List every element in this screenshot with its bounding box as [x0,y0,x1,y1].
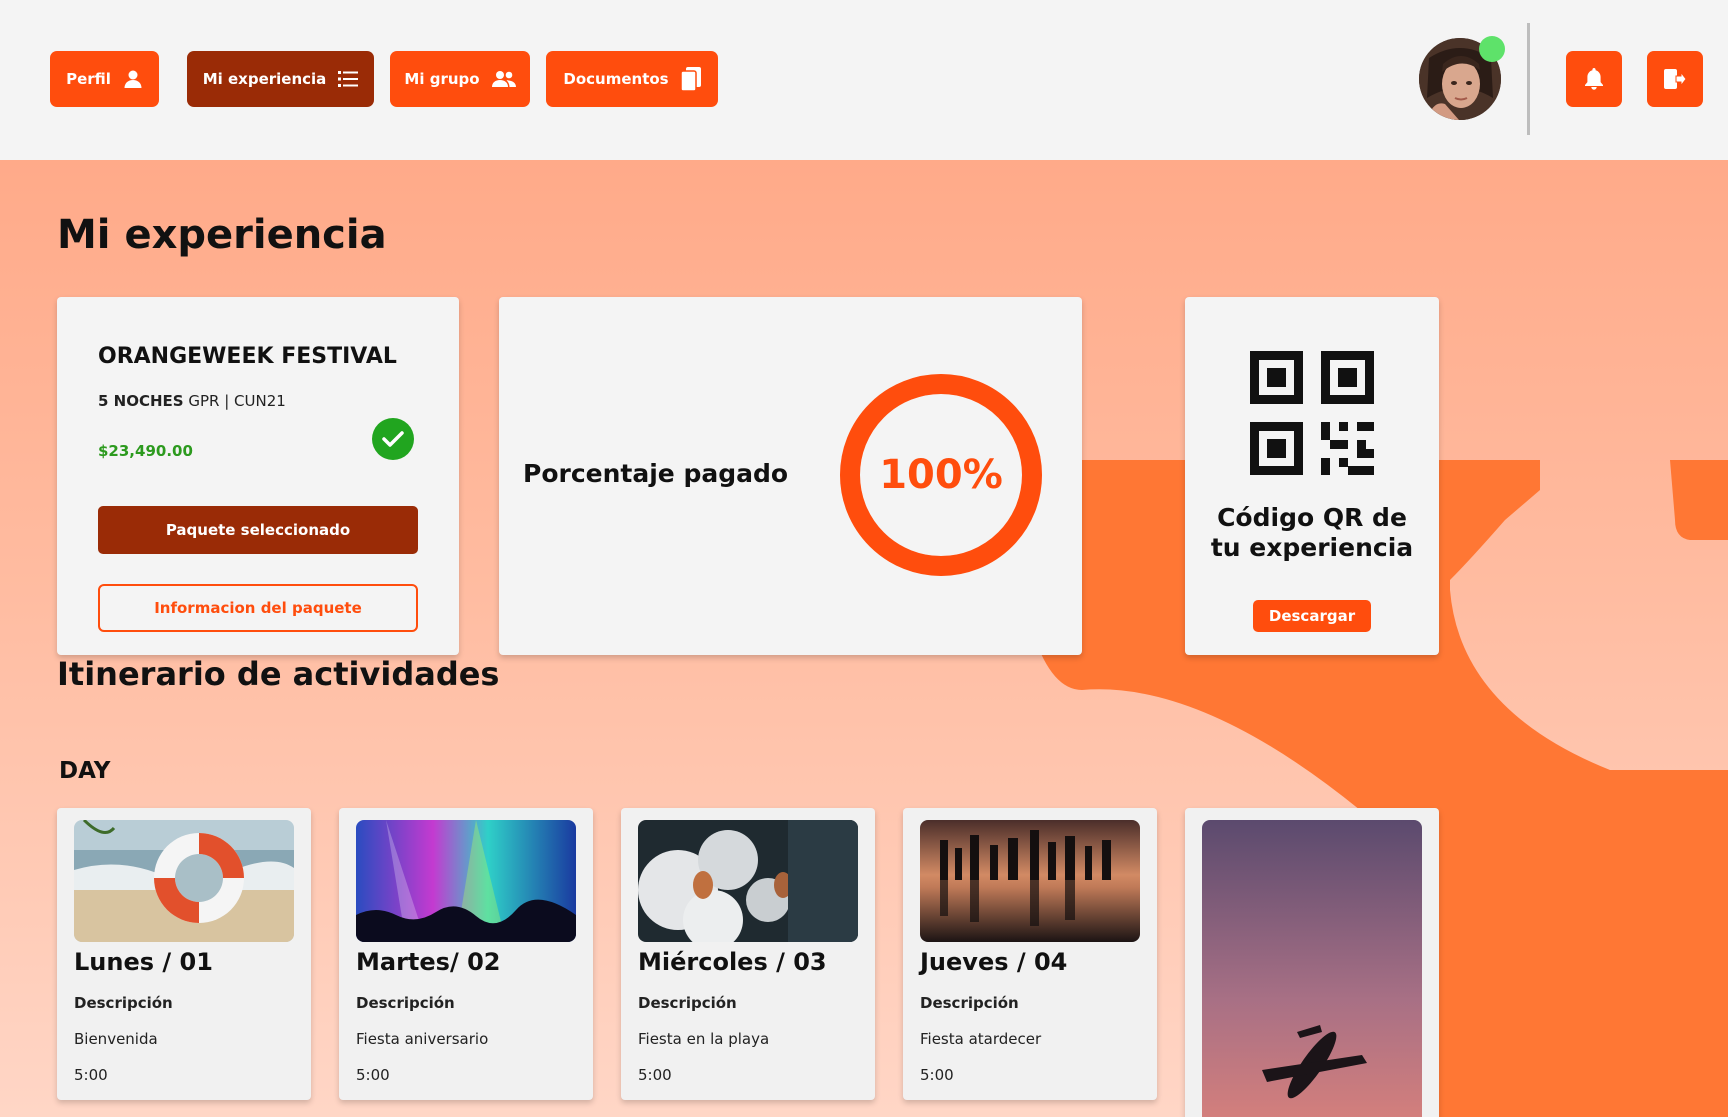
logout-icon [1664,69,1686,89]
top-navbar: Perfil Mi experiencia Mi grupo Documento… [0,0,1728,160]
day-card-extra[interactable] [1185,808,1439,1117]
payment-percent: 100% [879,452,1003,498]
user-avatar[interactable] [1419,36,1505,120]
day-title: Miércoles / 03 [638,948,827,976]
day-image-foam-party [638,820,858,942]
day-description: Fiesta en la playa [638,1030,770,1048]
nav-grupo-label: Mi grupo [404,70,480,88]
download-qr-button[interactable]: Descargar [1253,600,1371,632]
day-description-label: Descripción [638,994,737,1012]
package-codes: GPR | CUN21 [188,392,286,410]
day-image-concert [356,820,576,942]
day-image-sunset [920,820,1140,942]
package-nights: 5 NOCHES [98,392,184,410]
day-image-lifebuoy [74,820,294,942]
day-description-label: Descripción [74,994,173,1012]
day-description-label: Descripción [920,994,1019,1012]
qr-code-icon [1250,351,1374,475]
day-card-miercoles[interactable]: Miércoles / 03 Descripción Fiesta en la … [621,808,875,1100]
package-price: $23,490.00 [98,442,193,460]
page-title: Mi experiencia [57,212,387,258]
nav-perfil-button[interactable]: Perfil [50,51,159,107]
package-subtitle: 5 NOCHES GPR | CUN21 [98,392,286,410]
day-title: Jueves / 04 [920,948,1068,976]
nav-documentos-label: Documentos [563,70,669,88]
itinerary-title: Itinerario de actividades [57,655,500,693]
main-content: Mi experiencia ORANGEWEEK FESTIVAL 5 NOC… [0,160,1728,1117]
day-time: 5:00 [74,1066,108,1084]
qr-card: Código QR de tu experiencia Descargar [1185,297,1439,655]
bell-icon [1585,68,1603,90]
day-image-airplane [1202,820,1422,1117]
notifications-button[interactable] [1566,51,1622,107]
online-status-dot [1479,36,1505,62]
day-card-jueves[interactable]: Jueves / 04 Descripción Fiesta atardecer… [903,808,1157,1100]
selected-package-button[interactable]: Paquete seleccionado [98,506,418,554]
group-icon [491,71,516,87]
day-card-martes[interactable]: Martes/ 02 Descripción Fiesta aniversari… [339,808,593,1100]
qr-title-line2: tu experiencia [1210,533,1414,562]
nav-experiencia-label: Mi experiencia [202,70,327,88]
day-description: Fiesta atardecer [920,1030,1042,1048]
selected-check-icon [372,418,414,460]
package-card: ORANGEWEEK FESTIVAL 5 NOCHES GPR | CUN21… [57,297,459,655]
logout-button[interactable] [1647,51,1703,107]
day-time: 5:00 [920,1066,954,1084]
header-divider [1527,23,1530,135]
nav-documentos-button[interactable]: Documentos [546,51,718,107]
day-label: DAY [59,758,111,784]
document-icon [680,67,701,91]
package-info-button[interactable]: Informacion del paquete [98,584,418,632]
day-title: Martes/ 02 [356,948,501,976]
qr-title: Código QR de tu experiencia [1185,503,1439,563]
day-description-label: Descripción [356,994,455,1012]
payment-card: Porcentaje pagado 100% [499,297,1082,655]
qr-title-line1: Código QR de [1217,503,1407,532]
package-name: ORANGEWEEK FESTIVAL [98,344,397,369]
user-icon [124,70,142,88]
day-title: Lunes / 01 [74,948,213,976]
nav-grupo-button[interactable]: Mi grupo [390,51,530,107]
day-time: 5:00 [638,1066,672,1084]
nav-perfil-label: Perfil [66,70,111,88]
day-time: 5:00 [356,1066,390,1084]
day-card-lunes[interactable]: Lunes / 01 Descripción Bienvenida 5:00 [57,808,311,1100]
day-description: Bienvenida [74,1030,158,1048]
day-description: Fiesta aniversario [356,1030,489,1048]
nav-experiencia-button[interactable]: Mi experiencia [187,51,374,107]
list-icon [338,71,359,87]
payment-label: Porcentaje pagado [523,459,789,488]
